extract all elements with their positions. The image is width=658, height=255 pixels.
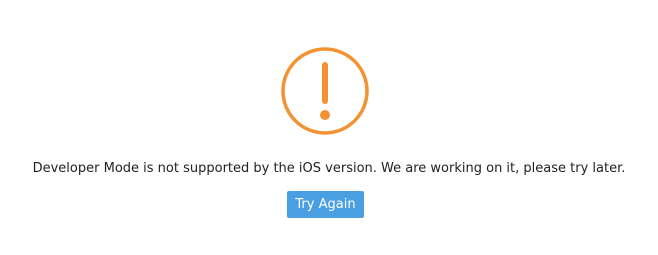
exclamation-circle-icon: [281, 47, 369, 135]
error-message: Developer Mode is not supported by the i…: [32, 161, 626, 176]
try-again-button[interactable]: Try Again: [287, 191, 364, 218]
error-dialog: Developer Mode is not supported by the i…: [0, 0, 658, 255]
